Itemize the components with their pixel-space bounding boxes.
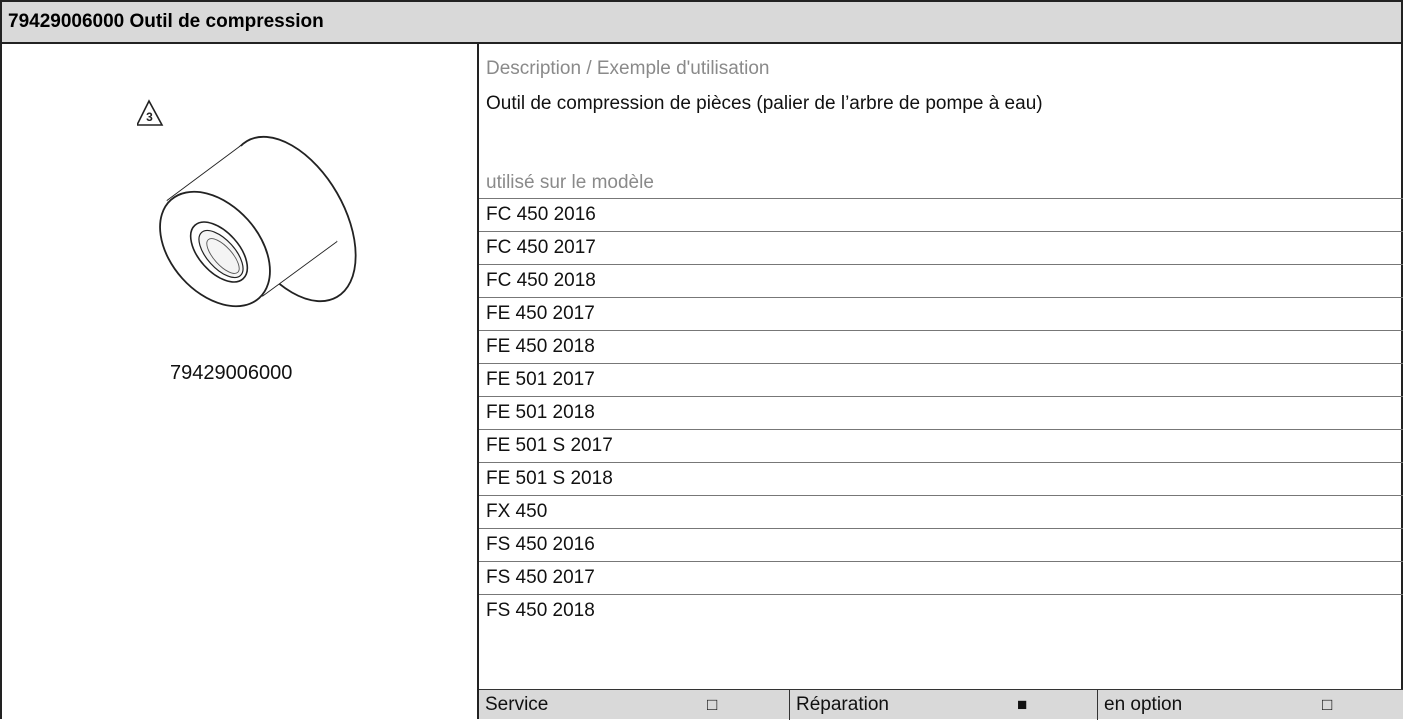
part-number-caption: 79429006000 [170,362,293,384]
model-name: FC 450 2016 [486,204,596,225]
model-row: FC 450 2017 [479,231,1403,264]
model-name: FS 450 2017 [486,567,595,588]
model-name: FS 450 2018 [486,600,595,621]
model-name: FC 450 2017 [486,237,596,258]
model-name: FC 450 2018 [486,270,596,291]
model-row: FS 450 2018 [479,594,1403,627]
warning-number: 3 [146,110,153,124]
model-row: FE 501 2017 [479,363,1403,396]
model-name: FX 450 [486,501,548,522]
model-name: FE 450 2018 [486,336,595,357]
model-name: FS 450 2016 [486,534,595,555]
description-label: Description / Exemple d'utilisation [486,58,770,79]
model-row: FE 501 S 2018 [479,462,1403,495]
models-label: utilisé sur le modèle [486,172,654,193]
category-label: Réparation [796,694,889,715]
model-row: FE 450 2017 [479,297,1403,330]
category-optional: en option □ [1097,690,1403,720]
tool-sheet: 79429006000 Outil de compression 3 79429… [0,0,1403,720]
model-name: FE 501 S 2017 [486,435,613,456]
warning-triangle-icon: 3 [137,99,164,126]
category-label: Service [485,694,549,715]
illustration-cell: 3 79429006000 [0,44,479,719]
checkbox-empty-icon: □ [707,695,718,714]
category-repair: Réparation ■ [789,690,1097,720]
category-label: en option [1104,694,1183,715]
model-name: FE 501 S 2018 [486,468,613,489]
model-name: FE 450 2017 [486,303,595,324]
model-row: FX 450 [479,495,1403,528]
model-row: FC 450 2018 [479,264,1403,297]
model-row: FS 450 2016 [479,528,1403,561]
description-text: Outil de compression de pièces (palier d… [486,93,1043,114]
model-row: FE 501 S 2017 [479,429,1403,462]
model-row: FS 450 2017 [479,561,1403,594]
category-footer: Service □ Réparation ■ en option □ [479,689,1403,720]
category-service: Service □ [479,690,789,720]
compression-tool-illustration: 3 [137,99,357,308]
header-bar: 79429006000 Outil de compression [0,0,1403,44]
model-row: FC 450 2016 [479,198,1403,231]
checkbox-empty-icon: □ [1322,695,1333,714]
model-row: FE 501 2018 [479,396,1403,429]
model-row: FE 450 2018 [479,330,1403,363]
page-title: 79429006000 Outil de compression [8,11,324,32]
model-name: FE 501 2017 [486,369,595,390]
model-name: FE 501 2018 [486,402,595,423]
checkbox-filled-icon: ■ [1017,695,1028,714]
